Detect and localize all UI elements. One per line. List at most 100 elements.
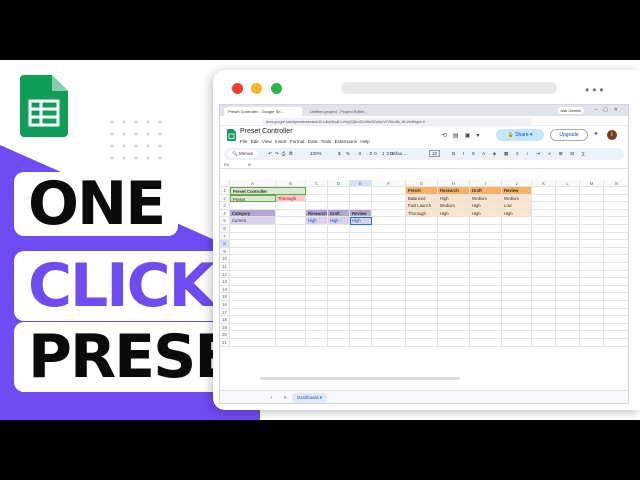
name-box[interactable]: E8 (224, 162, 229, 167)
grid-cell[interactable] (532, 194, 556, 203)
grid-cell[interactable] (328, 187, 350, 195)
grid-cell[interactable] (372, 285, 406, 294)
grid-cell[interactable] (276, 209, 306, 218)
row-header-10[interactable]: 10 (220, 255, 230, 263)
grid-cell[interactable] (306, 323, 328, 332)
grid-cell[interactable] (604, 286, 628, 294)
grid-cell[interactable] (350, 323, 372, 332)
grid-cell[interactable] (604, 339, 628, 347)
grid-cell[interactable] (328, 278, 350, 286)
grid-cell[interactable] (580, 263, 604, 271)
grid-cell[interactable] (604, 331, 628, 339)
current-value-dropdown-1[interactable]: High (328, 217, 350, 225)
category-header-3[interactable]: Review (350, 209, 372, 218)
font-select[interactable]: Defau... (390, 151, 406, 156)
grid-cell[interactable] (406, 225, 438, 233)
grid-cell[interactable] (580, 217, 604, 225)
preset-table-cell[interactable]: Medium (438, 202, 470, 210)
grid-cell[interactable] (532, 255, 556, 263)
grid-cell[interactable] (470, 255, 502, 263)
row-header-17[interactable]: 17 (220, 308, 230, 317)
grid-cell[interactable] (372, 278, 406, 286)
grid-cell[interactable] (532, 323, 556, 332)
upgrade-button[interactable]: Upgrade (550, 129, 588, 141)
url-field[interactable]: docs.google.com/spreadsheets/d/1K1dbsWhq… (262, 118, 532, 125)
grid-cell[interactable] (604, 240, 628, 248)
grid-cell[interactable] (328, 339, 350, 347)
grid-cell[interactable] (406, 240, 438, 248)
grid-cell[interactable] (276, 202, 306, 210)
sheet-tab-dashboard[interactable]: Dashboard ▾ (292, 393, 327, 403)
minimize-window-icon[interactable] (251, 83, 262, 94)
grid-cell[interactable] (532, 316, 556, 324)
grid-cell[interactable] (580, 209, 604, 218)
grid-cell[interactable] (230, 278, 276, 286)
grid-cell[interactable] (556, 247, 580, 256)
grid-cell[interactable] (580, 255, 604, 263)
grid-cell[interactable] (306, 225, 328, 233)
category-header-0[interactable]: Category (230, 209, 276, 218)
window-controls-icon[interactable]: –▢✕ (594, 107, 624, 113)
grid-cell[interactable] (276, 270, 306, 279)
browser-tab-inactive[interactable]: Untitled project - Project Editor... (306, 107, 390, 116)
grid-cell[interactable] (350, 225, 372, 233)
grid-cell[interactable] (438, 331, 470, 339)
grid-cell[interactable] (372, 240, 406, 248)
grid-cell[interactable] (470, 247, 502, 256)
grid-cell[interactable] (372, 225, 406, 233)
grid-cell[interactable] (230, 263, 276, 271)
preset-table-cell[interactable]: Low (502, 202, 532, 210)
grid-cell[interactable] (556, 263, 580, 271)
grid-cell[interactable] (470, 339, 502, 347)
grid-cell[interactable] (350, 293, 372, 301)
grid-cell[interactable] (328, 263, 350, 271)
grid-cell[interactable] (406, 331, 438, 339)
grid-cell[interactable] (502, 316, 532, 324)
grid-cell[interactable] (276, 255, 306, 263)
grid-cell[interactable] (328, 323, 350, 332)
grid-cell[interactable] (372, 194, 406, 203)
grid-cell[interactable] (502, 217, 532, 225)
grid-cell[interactable] (502, 323, 532, 332)
column-header-l[interactable]: L (556, 180, 580, 187)
grid-cell[interactable] (406, 232, 438, 241)
grid-cell[interactable] (372, 308, 406, 317)
grid-cell[interactable] (350, 240, 372, 248)
current-label-cell[interactable]: Current (230, 217, 276, 225)
grid-cell[interactable] (532, 202, 556, 210)
share-button[interactable]: 🔒 Share ▾ (496, 129, 544, 141)
document-title[interactable]: Preset Controller (240, 128, 293, 135)
current-value-dropdown-0[interactable]: High (306, 217, 328, 225)
grid-cell[interactable] (350, 255, 372, 263)
row-header-21[interactable]: 21 (220, 339, 230, 347)
grid-cell[interactable] (580, 316, 604, 324)
preset-table-cell[interactable]: High (502, 209, 532, 218)
grid-cell[interactable] (372, 339, 406, 347)
grid-cell[interactable] (372, 323, 406, 332)
grid-cell[interactable] (350, 339, 372, 347)
grid-cell[interactable] (230, 255, 276, 263)
grid-cell[interactable] (470, 293, 502, 301)
grid-cell[interactable] (276, 316, 306, 324)
grid-cell[interactable] (470, 301, 502, 309)
grid-cell[interactable] (580, 270, 604, 279)
grid-cell[interactable] (532, 270, 556, 279)
grid-cell[interactable] (604, 255, 628, 263)
preset-table-cell[interactable]: High (470, 202, 502, 210)
grid-cell[interactable] (230, 323, 276, 332)
column-header-h[interactable]: H (438, 180, 470, 187)
row-header-5[interactable]: 5 (220, 217, 230, 225)
grid-cell[interactable] (556, 202, 580, 210)
grid-cell[interactable] (470, 308, 502, 317)
grid-cell[interactable] (604, 195, 628, 203)
add-sheet-and-list-icons[interactable]: + ≡ (270, 395, 291, 400)
grid-cell[interactable] (438, 293, 470, 301)
grid-cell[interactable] (350, 270, 372, 279)
browser-address-pill[interactable] (341, 82, 557, 94)
grid-cell[interactable] (438, 263, 470, 271)
grid-cell[interactable] (438, 339, 470, 347)
number-format-buttons[interactable]: $ % .0 .00 123 (338, 151, 396, 156)
grid-cell[interactable] (502, 247, 532, 256)
grid-cell[interactable] (580, 331, 604, 339)
grid-cell[interactable] (580, 285, 604, 294)
